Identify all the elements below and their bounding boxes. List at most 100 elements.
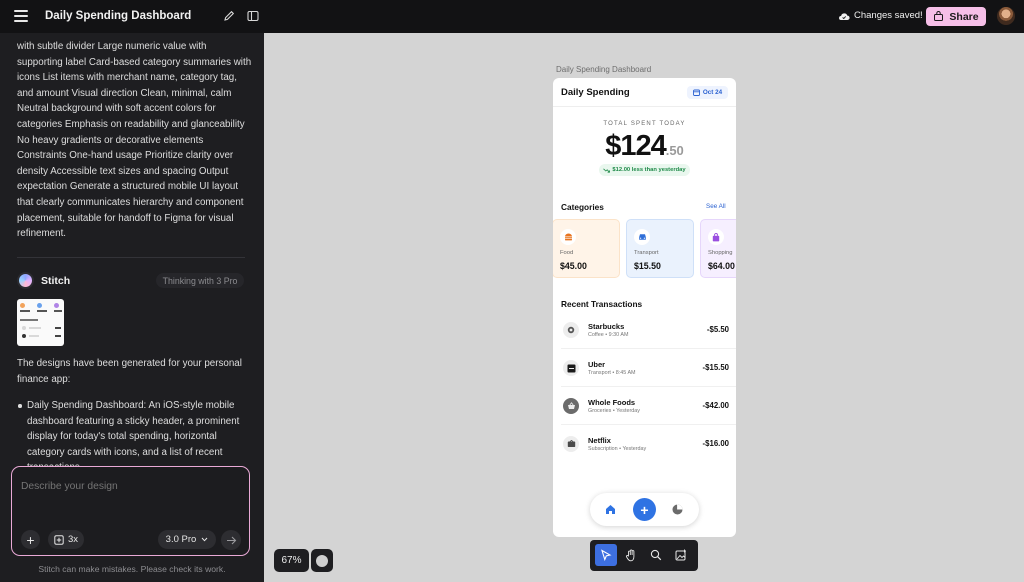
transaction-meta: Subscription • Yesterday: [588, 446, 647, 452]
model-selector[interactable]: 3.0 Pro: [158, 530, 216, 549]
bottom-nav: +: [590, 493, 699, 526]
chat-panel: with subtle divider Large numeric value …: [0, 33, 264, 582]
canvas-toolbar: [590, 540, 698, 571]
total-amount: $124.50: [553, 130, 736, 163]
transaction-row[interactable]: Whole Foods Groceries • Yesterday -$42.0…: [553, 387, 736, 425]
spending-delta-text: $12.00 less than yesterday: [612, 167, 686, 173]
transaction-row[interactable]: Uber Transport • 8:45 AM -$15.50: [553, 349, 736, 387]
mobile-screen-frame[interactable]: Daily Spending Oct 24 TOTAL SPENT TODAY …: [553, 78, 736, 537]
model-label: 3.0 Pro: [165, 534, 197, 545]
edit-pencil-icon[interactable]: [222, 9, 236, 23]
food-icon: [560, 229, 576, 245]
see-all-link[interactable]: See All: [706, 203, 726, 210]
save-status-text: Changes saved!: [854, 10, 923, 21]
cursor-icon: [601, 549, 612, 561]
variants-button[interactable]: 3x: [48, 530, 84, 549]
coffee-icon: [563, 322, 579, 338]
image-tool-button[interactable]: [670, 544, 692, 566]
document-title: Daily Spending Dashboard: [45, 10, 192, 22]
attach-plus-button[interactable]: +: [21, 530, 40, 549]
transaction-merchant: Whole Foods: [588, 398, 636, 407]
category-amount: $15.50: [634, 261, 661, 271]
share-button[interactable]: Share: [926, 7, 986, 26]
transaction-amount: -$42.00: [702, 401, 729, 410]
agent-name: Stitch: [41, 275, 71, 287]
category-amount: $64.00: [708, 261, 735, 271]
transaction-amount: -$15.50: [702, 363, 729, 372]
hamburger-menu-icon[interactable]: [14, 10, 28, 22]
transaction-amount: -$16.00: [702, 439, 729, 448]
calendar-icon: [692, 89, 700, 96]
total-amount-cents: .50: [665, 143, 684, 158]
top-bar: Daily Spending Dashboard Changes saved! …: [0, 0, 1024, 33]
arrow-right-icon: [226, 536, 236, 544]
category-card-food[interactable]: Food $45.00: [553, 219, 620, 278]
chat-divider: [17, 257, 245, 258]
transaction-row[interactable]: Netflix Subscription • Yesterday -$16.00: [553, 425, 736, 463]
agent-response-bullet: Daily Spending Dashboard: An iOS-style m…: [17, 398, 253, 476]
transactions-heading: Recent Transactions: [561, 299, 643, 309]
design-thumbnail[interactable]: [17, 299, 64, 346]
header-divider: [553, 106, 736, 107]
shopping-bag-icon: [708, 229, 724, 245]
date-chip-label: Oct 24: [702, 89, 723, 96]
select-tool-button[interactable]: [595, 544, 617, 566]
transaction-merchant: Uber: [588, 360, 606, 369]
user-avatar[interactable]: [997, 7, 1015, 25]
transaction-meta: Groceries • Yesterday: [588, 408, 640, 414]
plus-icon: +: [640, 501, 649, 518]
category-name: Transport: [634, 250, 659, 256]
image-add-icon: [675, 549, 686, 561]
prompt-input[interactable]: [21, 481, 236, 492]
search-icon: [650, 549, 662, 561]
circle-icon: [316, 554, 328, 567]
category-card-shopping[interactable]: Shopping $64.00: [700, 219, 736, 278]
share-icon: [934, 11, 944, 21]
transaction-merchant: Starbucks: [588, 322, 625, 331]
zoom-level[interactable]: 67%: [274, 549, 309, 572]
categories-heading: Categories: [561, 202, 604, 212]
transaction-row[interactable]: Starbucks Coffee • 9:30 AM -$5.50: [553, 311, 736, 349]
thinking-badge: Thinking with 3 Pro: [156, 273, 244, 288]
basket-icon: [563, 398, 579, 414]
add-transaction-button[interactable]: +: [633, 498, 656, 521]
theme-toggle-button[interactable]: [311, 549, 333, 572]
variants-label: 3x: [67, 534, 79, 545]
share-label: Share: [949, 10, 979, 23]
transaction-meta: Transport • 8:45 AM: [588, 370, 636, 376]
save-status: Changes saved!: [838, 10, 923, 21]
hand-icon: [625, 548, 635, 561]
car-icon: [634, 229, 650, 245]
cloud-check-icon: [839, 12, 850, 20]
date-chip[interactable]: Oct 24: [687, 86, 728, 99]
category-name: Food: [560, 250, 574, 256]
frame-label[interactable]: Daily Spending Dashboard: [556, 65, 651, 74]
home-icon[interactable]: [604, 503, 617, 516]
stitch-logo-icon: [17, 272, 34, 289]
transaction-meta: Coffee • 9:30 AM: [588, 332, 629, 338]
sidebar-toggle-icon[interactable]: [247, 10, 259, 22]
pie-chart-icon[interactable]: [671, 503, 684, 516]
transaction-merchant: Netflix: [588, 436, 611, 445]
total-label: TOTAL SPENT TODAY: [603, 121, 686, 127]
category-amount: $45.00: [560, 261, 587, 271]
send-button[interactable]: [221, 530, 241, 550]
total-amount-whole: $124: [605, 130, 667, 162]
disclaimer-text: Stitch can make mistakes. Please check i…: [38, 564, 226, 574]
pan-tool-button[interactable]: [620, 544, 642, 566]
category-name: Shopping: [708, 250, 733, 256]
spending-delta-badge: $12.00 less than yesterday: [599, 164, 690, 176]
search-tool-button[interactable]: [645, 544, 667, 566]
user-prompt-text: with subtle divider Large numeric value …: [17, 41, 252, 240]
design-canvas[interactable]: Daily Spending Dashboard Daily Spending …: [264, 33, 1024, 582]
agent-response-intro: The designs have been generated for your…: [17, 358, 242, 385]
transaction-amount: -$5.50: [706, 325, 729, 334]
category-card-transport[interactable]: Transport $15.50: [626, 219, 694, 278]
app-title: Daily Spending: [561, 87, 630, 98]
plus-icon: +: [26, 531, 35, 548]
variants-icon: [54, 534, 64, 545]
prompt-composer: + 3x 3.0 Pro: [11, 466, 250, 556]
uber-icon: [563, 360, 579, 376]
trend-down-icon: [603, 168, 611, 173]
tv-icon: [563, 436, 579, 452]
